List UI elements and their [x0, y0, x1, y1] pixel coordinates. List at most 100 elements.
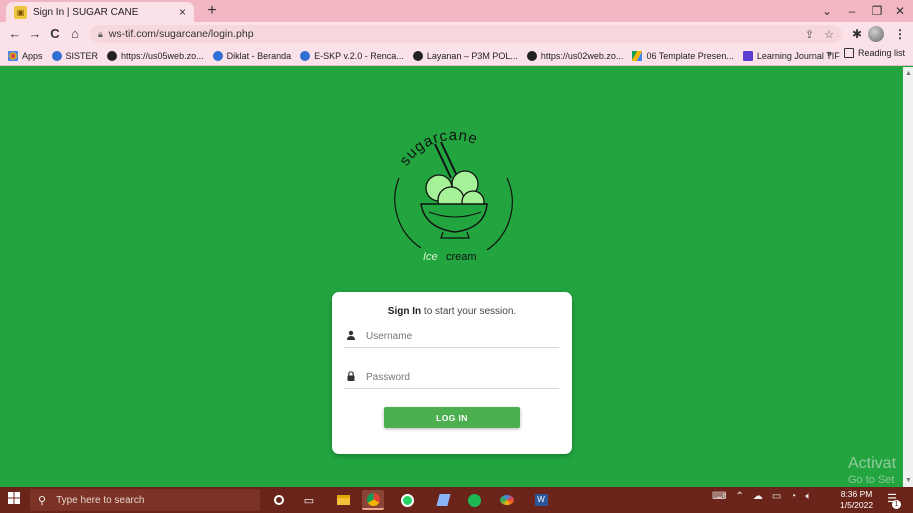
bookmark-diklat[interactable]: Diklat - Beranda [212, 50, 292, 61]
drive-icon [632, 50, 643, 61]
straw-icon [440, 141, 458, 177]
logo-top-text: sugarcane [396, 127, 480, 169]
taskbar-search-placeholder: Type here to search [56, 494, 145, 506]
tab-strip: ▣ Sign In | SUGAR CANE × + ⌄ – ❐ ✕ [0, 0, 913, 22]
bookmark-template[interactable]: 06 Template Presen... [632, 50, 734, 61]
profile-avatar[interactable] [868, 26, 884, 42]
bookmark-layanan[interactable]: Layanan – P3M POL... [412, 50, 518, 61]
bookmark-label: E-SKP v.2.0 - Renca... [314, 50, 404, 61]
globe-icon [107, 50, 118, 61]
file-explorer-icon[interactable] [332, 490, 354, 510]
apps-grid-icon [8, 50, 18, 61]
volume-icon[interactable]: 🔈︎ [805, 491, 811, 502]
logo-arc-right [486, 177, 513, 251]
globe-icon [212, 50, 223, 61]
share-icon[interactable]: ⇪ [805, 28, 814, 41]
notepad-icon[interactable] [432, 490, 454, 510]
login-message: Sign In to start your session. [332, 306, 572, 317]
bookmark-label: SISTER [65, 50, 99, 61]
task-view-icon[interactable]: ▭ [298, 490, 320, 510]
bookmark-apps[interactable]: Apps [8, 50, 43, 61]
close-window-button[interactable]: ✕ [885, 2, 913, 20]
scroll-down-icon[interactable]: ▼ [905, 477, 912, 484]
browser-tab[interactable]: ▣ Sign In | SUGAR CANE × [6, 2, 194, 22]
cortana-icon[interactable] [268, 490, 290, 510]
new-tab-button[interactable]: + [203, 1, 221, 21]
battery-icon[interactable]: ▭ [772, 491, 781, 502]
clock-time: 8:36 PM [840, 489, 873, 499]
chrome-icon[interactable] [362, 490, 384, 510]
bookmark-learning-journal[interactable]: Learning Journal TIF [742, 50, 840, 61]
password-field [344, 367, 559, 389]
forms-icon [742, 50, 753, 61]
browser-toolbar: ← → C ⌂ 🔒︎ ws-tif.com/sugarcane/login.ph… [0, 22, 913, 46]
globe-icon [412, 50, 423, 61]
bookmark-label: https://us02web.zo... [540, 50, 624, 61]
home-icon[interactable]: ⌂ [66, 25, 84, 43]
whatsapp-icon[interactable] [396, 490, 418, 510]
windows-activation-watermark: Activat [848, 455, 897, 472]
reading-list-icon [843, 48, 854, 58]
browser-menu-icon[interactable]: ⋮ [891, 25, 909, 43]
bookmark-zoom-05[interactable]: https://us05web.zo... [107, 50, 204, 61]
tab-title: Sign In | SUGAR CANE [33, 6, 139, 18]
search-icon: ⚲ [38, 494, 47, 507]
login-card: Sign In to start your session. LOG IN [332, 292, 572, 454]
sugarcane-favicon-icon: ▣ [14, 5, 27, 19]
notification-center-icon[interactable]: ☰ 1 [884, 492, 901, 509]
spotify-icon[interactable] [463, 490, 485, 510]
windows-start-icon[interactable] [6, 492, 22, 508]
taskbar-search-box[interactable]: ⚲ Type here to search [30, 489, 260, 511]
bookmark-label: Layanan – P3M POL... [426, 50, 518, 61]
bookmark-label: 06 Template Presen... [646, 50, 734, 61]
login-message-strong: Sign In [387, 306, 422, 317]
windows-activation-watermark-sub: Go to Set [848, 474, 895, 486]
bookmark-eskp[interactable]: E-SKP v.2.0 - Renca... [300, 50, 404, 61]
username-input[interactable] [366, 331, 559, 342]
logo-bottom-text-cream: cream [446, 251, 477, 263]
keyboard-icon[interactable]: ⌨ [712, 491, 726, 502]
paint-icon[interactable] [496, 490, 518, 510]
lock-icon[interactable]: 🔒︎ [98, 29, 103, 40]
globe-icon [526, 50, 537, 61]
bookmarks-bar: Apps SISTER https://us05web.zo... Diklat… [0, 46, 913, 66]
scroll-up-icon[interactable]: ▲ [905, 70, 912, 77]
vertical-scrollbar[interactable]: ▲ ▼ [903, 67, 913, 487]
back-icon[interactable]: ← [6, 25, 24, 43]
reading-list-button[interactable]: Reading list [843, 48, 905, 58]
bowl-icon [420, 203, 488, 233]
taskbar-clock[interactable]: 8:36 PM 1/5/2022 [840, 489, 873, 511]
tab-close-icon[interactable]: × [179, 5, 186, 19]
straw-icon [434, 143, 452, 179]
username-field [344, 326, 559, 348]
login-button[interactable]: LOG IN [384, 407, 520, 428]
network-icon[interactable]: ◔ [790, 491, 796, 502]
chevron-up-icon[interactable]: ⌃ [735, 491, 743, 502]
bookmark-zoom-02[interactable]: https://us02web.zo... [526, 50, 624, 61]
logo-arc-left [394, 177, 422, 249]
logo-bottom-text-ice: Ice [423, 251, 438, 263]
taskbar: ⚲ Type here to search ▭ W ⌨ ⌃ ☁ ▭ ◔ 🔈︎ 8… [0, 487, 913, 513]
notification-badge: 1 [892, 500, 901, 509]
forward-icon[interactable]: → [26, 25, 44, 43]
url-text: ws-tif.com/sugarcane/login.php [108, 28, 254, 40]
user-icon [344, 330, 358, 343]
bookmark-star-icon[interactable]: ☆ [824, 28, 834, 41]
word-icon[interactable]: W [530, 490, 552, 510]
extensions-puzzle-icon[interactable]: ✱ [848, 25, 866, 43]
lock-icon [344, 371, 358, 384]
clock-date: 1/5/2022 [840, 500, 874, 510]
login-message-rest: to start your session. [421, 306, 517, 317]
globe-icon [51, 50, 62, 61]
bookmark-label: Diklat - Beranda [226, 50, 292, 61]
bookmark-sister[interactable]: SISTER [51, 50, 99, 61]
password-input[interactable] [366, 372, 559, 383]
bowl-base [440, 231, 470, 239]
sugarcane-logo: sugarcane Ice cream [394, 127, 513, 263]
address-bar[interactable]: 🔒︎ ws-tif.com/sugarcane/login.php ⇪ ☆ [90, 25, 842, 43]
reload-icon[interactable]: C [46, 25, 64, 43]
more-bookmarks-icon[interactable]: » [827, 48, 832, 58]
globe-icon [300, 50, 311, 61]
reading-list-label: Reading list [857, 48, 905, 58]
onedrive-icon[interactable]: ☁ [753, 491, 763, 502]
